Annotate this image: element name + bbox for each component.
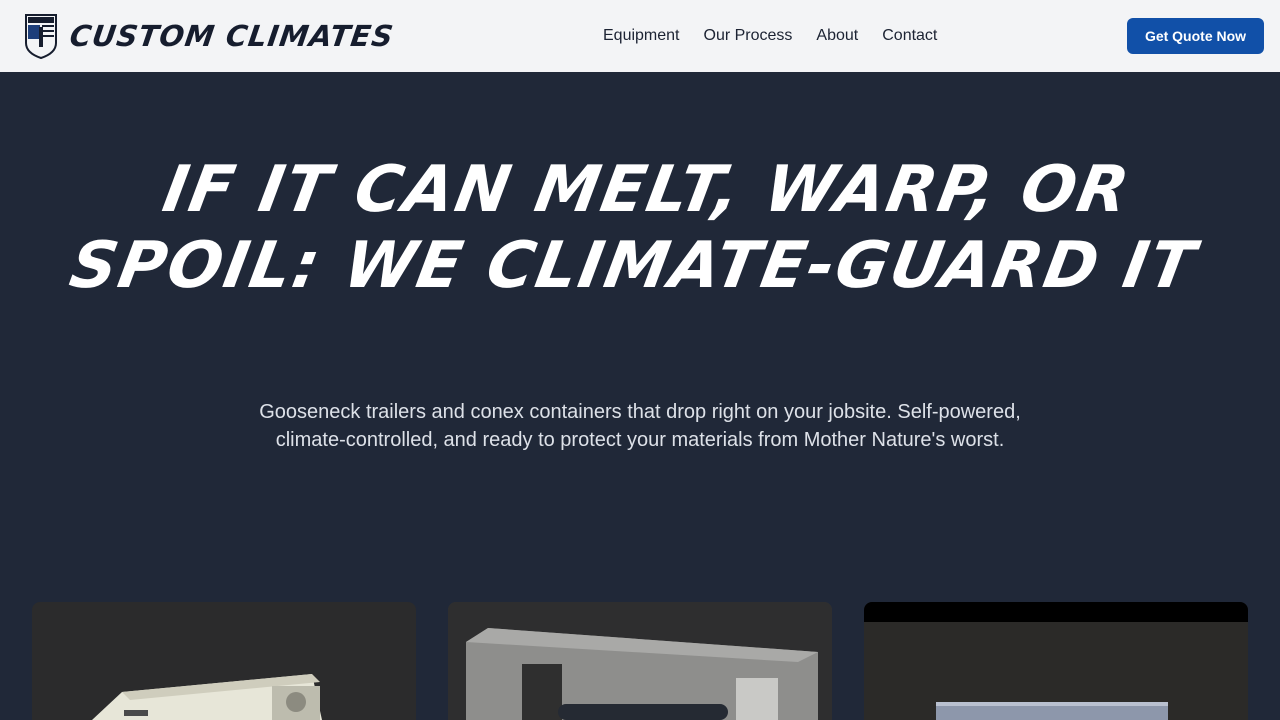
equipment-card-conex[interactable] [448, 602, 832, 720]
conex-container-photo [448, 602, 832, 720]
hero-title: IF IT CAN MELT, WARP, OR SPOIL: WE CLIMA… [64, 153, 1203, 303]
main-nav: Equipment Our Process About Contact [603, 24, 937, 48]
nav-equipment[interactable]: Equipment [603, 24, 680, 48]
shield-logo-icon[interactable] [24, 13, 58, 60]
brand-name[interactable]: CUSTOM CLIMATES [67, 18, 396, 54]
top-nav: CUSTOM CLIMATES Equipment Our Process Ab… [0, 0, 1280, 72]
nav-contact[interactable]: Contact [882, 24, 937, 48]
nav-about[interactable]: About [816, 24, 858, 48]
nav-our-process[interactable]: Our Process [704, 24, 793, 48]
equipment-card-trailer[interactable] [32, 602, 416, 720]
hero-subtitle: Gooseneck trailers and conex containers … [259, 401, 1021, 451]
trailer-photo [92, 674, 322, 720]
container-photo [936, 702, 1168, 720]
equipment-card-container[interactable] [864, 602, 1248, 720]
get-quote-button[interactable]: Get Quote Now [1127, 18, 1264, 54]
